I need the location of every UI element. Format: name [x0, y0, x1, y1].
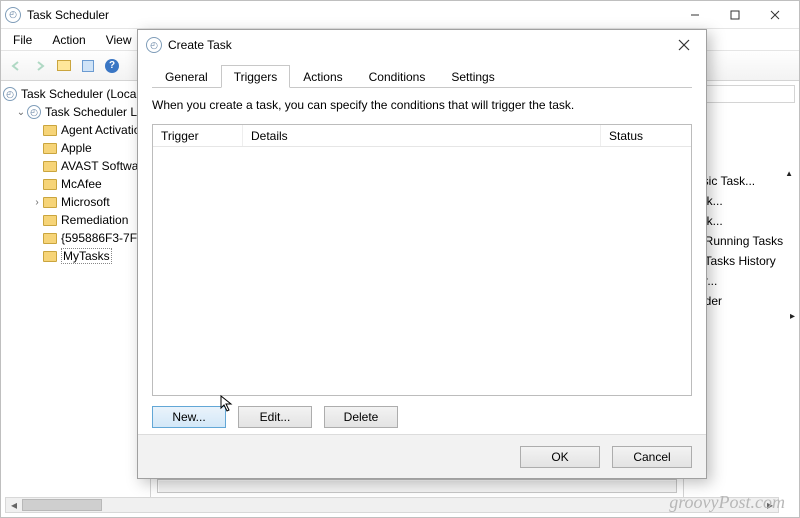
col-status[interactable]: Status — [601, 125, 691, 146]
window-title: Task Scheduler — [27, 8, 109, 22]
folder-icon — [43, 179, 57, 190]
watermark: groovyPost.com — [669, 492, 785, 513]
dialog-footer: OK Cancel — [138, 434, 706, 478]
tree-folder-label: Apple — [61, 141, 92, 155]
col-details[interactable]: Details — [243, 125, 601, 146]
folder-icon — [43, 215, 57, 226]
tree-panel: ◴ Task Scheduler (Local) ⌄ ◴ Task Schedu… — [1, 81, 151, 497]
tree-folder[interactable]: McAfee — [1, 175, 150, 193]
folder-icon — [43, 233, 57, 244]
new-trigger-button[interactable]: New... — [152, 406, 226, 428]
tree-folder[interactable]: {595886F3-7FE — [1, 229, 150, 247]
trigger-buttons: New... Edit... Delete — [152, 406, 692, 428]
menu-file[interactable]: File — [9, 31, 36, 49]
back-icon — [5, 55, 27, 77]
dialog-titlebar: ◴ Create Task — [138, 30, 706, 60]
collapse-icon[interactable]: ⌄ — [15, 107, 27, 118]
listview-body[interactable] — [153, 147, 691, 395]
tree-library[interactable]: ⌄ ◴ Task Scheduler Lib — [1, 103, 150, 121]
tree-folder-label: Agent Activatio — [61, 123, 140, 137]
horizontal-scrollbar[interactable]: ◂ ▸ — [5, 497, 779, 513]
tab-triggers[interactable]: Triggers — [221, 65, 291, 88]
tree-folder-mytasks[interactable]: MyTasks — [1, 247, 150, 265]
tree-folder-microsoft[interactable]: › Microsoft — [1, 193, 150, 211]
folder-icon — [43, 125, 57, 136]
minimize-button[interactable] — [675, 2, 715, 28]
tree-folder[interactable]: Agent Activatio — [1, 121, 150, 139]
tree-root[interactable]: ◴ Task Scheduler (Local) — [1, 85, 150, 103]
app-clock-icon: ◴ — [5, 7, 21, 23]
tree-folder[interactable]: Remediation — [1, 211, 150, 229]
tree-library-label: Task Scheduler Lib — [45, 105, 146, 119]
ok-button[interactable]: OK — [520, 446, 600, 468]
tree-folder-label: McAfee — [61, 177, 102, 191]
menu-action[interactable]: Action — [48, 31, 89, 49]
edit-trigger-button[interactable]: Edit... — [238, 406, 312, 428]
clock-icon: ◴ — [27, 105, 41, 119]
listview-header: Trigger Details Status — [153, 125, 691, 147]
folder-icon — [43, 197, 57, 208]
clock-icon: ◴ — [146, 37, 162, 53]
tree-folder-label: Remediation — [61, 213, 128, 227]
folder-icon — [43, 251, 57, 262]
menu-view[interactable]: View — [102, 31, 136, 49]
forward-icon — [29, 55, 51, 77]
folder-icon — [43, 161, 57, 172]
tab-conditions[interactable]: Conditions — [356, 65, 439, 88]
main-titlebar: ◴ Task Scheduler — [1, 1, 799, 29]
scroll-left-icon[interactable]: ◂ — [6, 498, 22, 512]
folder-icon[interactable] — [53, 55, 75, 77]
dialog-title: Create Task — [168, 38, 232, 52]
folder-icon — [43, 143, 57, 154]
help-icon[interactable]: ? — [101, 55, 123, 77]
delete-trigger-button[interactable]: Delete — [324, 406, 398, 428]
tree-folder-label: {595886F3-7FE — [61, 231, 145, 245]
tree-root-label: Task Scheduler (Local) — [21, 87, 143, 101]
chevron-right-icon[interactable]: ▸ — [790, 311, 795, 322]
tree-folder[interactable]: AVAST Software — [1, 157, 150, 175]
collapse-icon[interactable]: ▲ — [785, 169, 793, 178]
tab-actions[interactable]: Actions — [290, 65, 355, 88]
close-button[interactable] — [755, 2, 795, 28]
scroll-thumb[interactable] — [22, 499, 102, 511]
tree-folder[interactable]: Apple — [1, 139, 150, 157]
dialog-close-button[interactable] — [670, 34, 698, 56]
cancel-button[interactable]: Cancel — [612, 446, 692, 468]
trigger-listview[interactable]: Trigger Details Status — [152, 124, 692, 396]
tree-folder-label: MyTasks — [61, 248, 112, 264]
properties-icon[interactable] — [77, 55, 99, 77]
maximize-button[interactable] — [715, 2, 755, 28]
tree-folder-label: Microsoft — [61, 195, 110, 209]
create-task-dialog: ◴ Create Task General Triggers Actions C… — [137, 29, 707, 479]
tree-folder-label: AVAST Software — [61, 159, 149, 173]
triggers-tab-content: When you create a task, you can specify … — [152, 88, 692, 434]
clock-icon: ◴ — [3, 87, 17, 101]
tabstrip: General Triggers Actions Conditions Sett… — [152, 64, 692, 88]
expand-icon[interactable]: › — [31, 197, 43, 208]
col-trigger[interactable]: Trigger — [153, 125, 243, 146]
tab-general[interactable]: General — [152, 65, 221, 88]
triggers-caption: When you create a task, you can specify … — [152, 98, 692, 124]
tab-settings[interactable]: Settings — [438, 65, 507, 88]
status-bar — [157, 479, 677, 493]
task-scheduler-window: ◴ Task Scheduler File Action View ? — [0, 0, 800, 518]
